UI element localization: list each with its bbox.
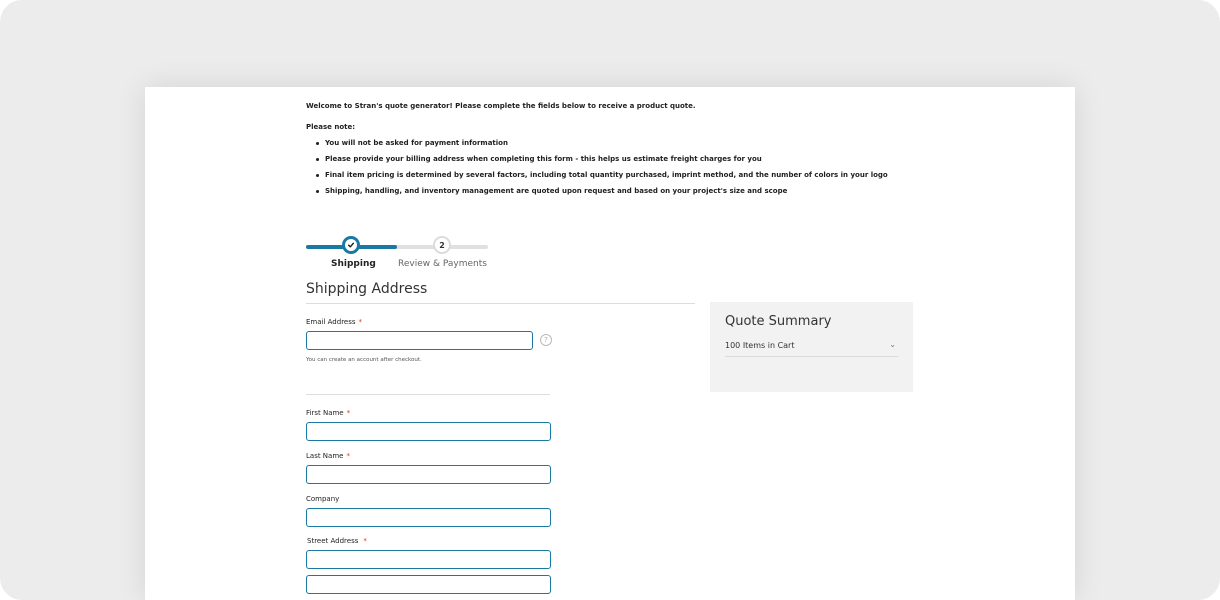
section-divider xyxy=(306,303,695,304)
account-note: You can create an account after checkout… xyxy=(306,357,422,363)
required-marker: * xyxy=(363,537,367,545)
company-field[interactable] xyxy=(306,508,551,527)
checkmark-icon xyxy=(347,242,355,248)
email-field[interactable] xyxy=(306,331,533,350)
chevron-down-icon: ⌄ xyxy=(889,340,896,349)
quote-summary-title: Quote Summary xyxy=(725,314,832,329)
street-label-text: Street Address xyxy=(307,537,359,545)
items-in-cart-toggle[interactable]: 100 Items in Cart ⌄ xyxy=(725,340,898,357)
step-shipping-label[interactable]: Shipping xyxy=(331,259,376,269)
email-label: Email Address * xyxy=(306,318,362,326)
checkout-progress-bar: 2 Shipping Review & Payments xyxy=(306,235,488,271)
first-name-label: First Name * xyxy=(306,409,350,417)
items-in-cart-label: 100 Items in Cart xyxy=(725,341,795,350)
last-name-field[interactable] xyxy=(306,465,551,484)
note-heading: Please note: xyxy=(306,123,356,131)
company-label: Company xyxy=(306,495,340,503)
shipping-address-title: Shipping Address xyxy=(306,281,428,297)
note-item: Please provide your billing address when… xyxy=(306,156,888,172)
note-item: You will not be asked for payment inform… xyxy=(306,140,888,156)
browser-frame: Welcome to Stran's quote generator! Plea… xyxy=(0,0,1220,600)
street-address-line2-field[interactable] xyxy=(306,575,551,594)
quote-summary-panel: Quote Summary 100 Items in Cart ⌄ xyxy=(710,302,913,392)
checkout-page: Welcome to Stran's quote generator! Plea… xyxy=(145,87,1075,600)
welcome-text: Welcome to Stran's quote generator! Plea… xyxy=(306,102,696,110)
first-name-field[interactable] xyxy=(306,422,551,441)
first-name-label-text: First Name xyxy=(306,409,344,417)
step-shipping-complete-icon[interactable] xyxy=(342,236,360,254)
last-name-label-text: Last Name xyxy=(306,452,344,460)
required-marker: * xyxy=(346,409,351,417)
last-name-label: Last Name * xyxy=(306,452,350,460)
step-review-label[interactable]: Review & Payments xyxy=(398,259,487,269)
required-marker: * xyxy=(358,318,363,326)
email-label-text: Email Address xyxy=(306,318,356,326)
required-marker: * xyxy=(346,452,350,460)
step-review-number[interactable]: 2 xyxy=(433,236,451,254)
form-divider xyxy=(306,394,550,395)
note-item: Final item pricing is determined by seve… xyxy=(306,172,888,188)
street-address-line1-field[interactable] xyxy=(306,550,551,569)
help-icon[interactable]: ? xyxy=(540,334,552,346)
note-item: Shipping, handling, and inventory manage… xyxy=(306,188,888,204)
note-list: You will not be asked for payment inform… xyxy=(306,140,888,204)
street-address-label: Street Address * xyxy=(307,537,367,545)
